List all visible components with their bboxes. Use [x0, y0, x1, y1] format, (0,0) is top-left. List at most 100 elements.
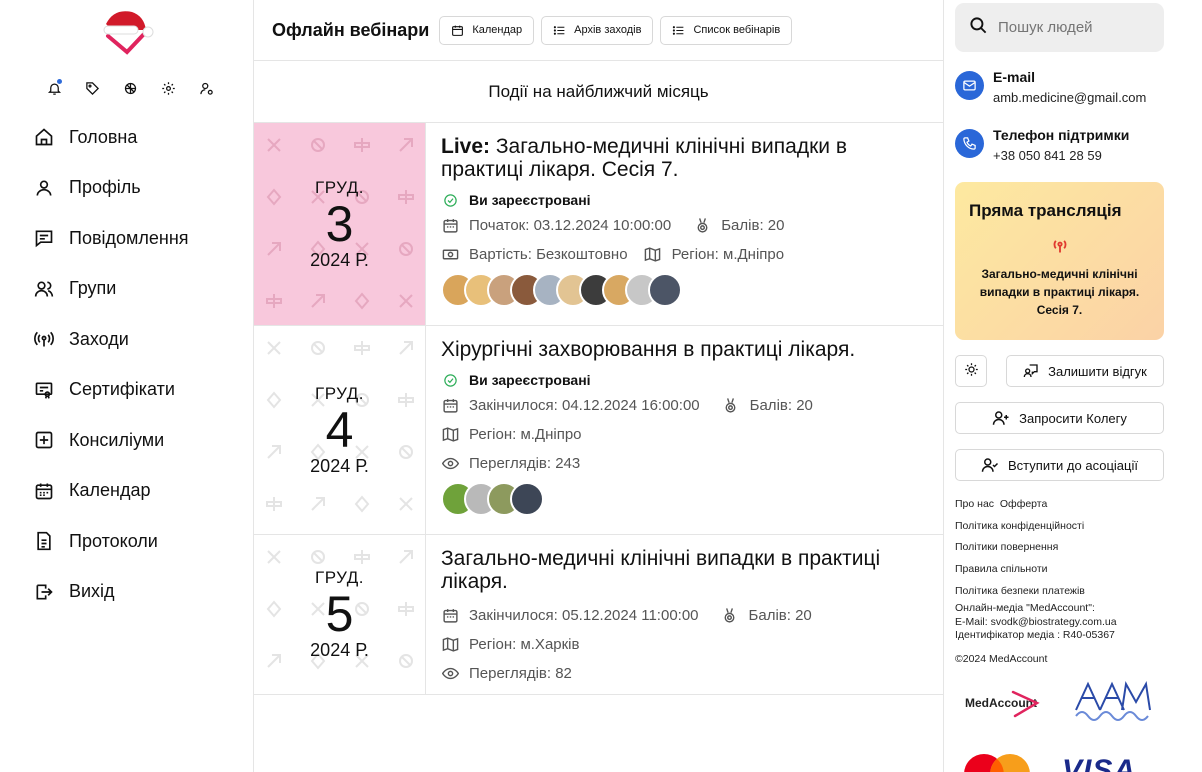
user-plus-icon: [992, 409, 1010, 427]
nav-item-profile[interactable]: Профіль: [33, 163, 189, 214]
legal-line: Ідентифікатор медіа : R40-05367: [955, 629, 1115, 641]
calendar-icon: [441, 607, 459, 625]
event-region: Регіон: м.Харків: [469, 636, 580, 653]
home-icon: [33, 126, 55, 148]
nav-label: Головна: [69, 126, 138, 147]
registered-status: Ви зареєстровані: [441, 189, 928, 211]
nav-label: Календар: [69, 480, 151, 501]
button-label: Календар: [472, 24, 523, 36]
nav-item-messages[interactable]: Повідомлення: [33, 213, 189, 264]
event-body: Хірургічні захворювання в практиці лікар…: [426, 326, 943, 534]
nav-label: Профіль: [69, 177, 141, 198]
email-value[interactable]: amb.medicine@gmail.com: [993, 90, 1146, 105]
event-meta-row: Переглядів: 82: [441, 659, 928, 688]
nav-item-home[interactable]: Головна: [33, 112, 189, 163]
avatar[interactable]: [648, 273, 682, 307]
link-refund[interactable]: Політики повернення: [955, 541, 1058, 553]
logout-icon: [33, 581, 55, 603]
sun-icon: [964, 362, 979, 380]
event-views: Переглядів: 82: [469, 665, 572, 682]
button-label: Вступити до асоціації: [1008, 457, 1138, 473]
live-stream-card[interactable]: Пряма трансляція Загально-медичні клініч…: [955, 182, 1164, 340]
event-region: Регіон: м.Дніпро: [671, 246, 785, 263]
event-points: Балів: 20: [749, 397, 813, 414]
nav-item-groups[interactable]: Групи: [33, 264, 189, 315]
event-date: ГРУД. 5 2024 Р.: [254, 535, 426, 694]
archive-button[interactable]: Архів заходів: [541, 15, 654, 45]
calendar-button[interactable]: Календар: [439, 15, 535, 45]
people-search[interactable]: [955, 3, 1164, 52]
button-label: Архів заходів: [574, 24, 642, 36]
legal-info: Онлайн-медіа "MedAccount": E-Mail: svodk…: [955, 602, 1117, 643]
live-title: Пряма трансляція: [969, 201, 1122, 220]
event-title[interactable]: Загально-медичні клінічні випадки в прак…: [441, 547, 928, 593]
link-offer[interactable]: Офферта: [1000, 498, 1047, 510]
event-card[interactable]: ГРУД. 4 2024 Р. Хірургічні захворювання …: [254, 326, 943, 535]
event-card[interactable]: ГРУД. 3 2024 Р. Live: Загально-медичні к…: [254, 123, 943, 326]
nav-item-consiliums[interactable]: Консиліуми: [33, 415, 189, 466]
list-icon: [553, 24, 566, 37]
map-icon: [644, 246, 662, 264]
document-icon: [33, 530, 55, 552]
feedback-button[interactable]: Залишити відгук: [1006, 355, 1164, 387]
event-meta-row: Вартість: Безкоштовно Регіон: м.Дніпро: [441, 240, 928, 269]
calendar-icon: [451, 24, 464, 37]
join-association-button[interactable]: Вступити до асоціації: [955, 449, 1164, 481]
event-title[interactable]: Live: Загально-медичні клінічні випадки …: [441, 135, 928, 181]
certificate-icon: [33, 379, 55, 401]
santa-hat-logo-icon[interactable]: [100, 4, 154, 58]
gear-icon[interactable]: [158, 78, 178, 98]
nav-label: Вихід: [69, 581, 115, 602]
event-meta-row: Регіон: м.Харків: [441, 630, 928, 659]
live-label: Live:: [441, 135, 491, 158]
nav-item-protocols[interactable]: Протоколи: [33, 516, 189, 567]
event-ended: Закінчилося: 04.12.2024 16:00:00: [469, 397, 700, 414]
eye-icon: [441, 455, 459, 473]
event-meta-row: Переглядів: 243: [441, 449, 928, 478]
link-about[interactable]: Про нас: [955, 498, 994, 510]
calendar-icon: [441, 217, 459, 235]
link-privacy[interactable]: Політика конфіденційності: [955, 520, 1084, 532]
webinar-list-button[interactable]: Список вебінарів: [660, 15, 793, 45]
avatar[interactable]: [510, 482, 544, 516]
event-cost: Вартість: Безкоштовно: [469, 246, 628, 263]
nav-item-calendar[interactable]: Календар: [33, 466, 189, 517]
link-payment-security[interactable]: Політика безпеки платежів: [955, 585, 1085, 597]
bell-icon[interactable]: [44, 78, 64, 98]
search-input[interactable]: [998, 19, 1158, 36]
nav-item-certificates[interactable]: Сертифікати: [33, 365, 189, 416]
phone-value[interactable]: +38 050 841 28 59: [993, 148, 1129, 163]
nav-item-logout[interactable]: Вихід: [33, 567, 189, 618]
play-logo-icon: [1011, 690, 1040, 718]
calendar-icon: [33, 480, 55, 502]
theme-toggle-button[interactable]: [955, 355, 987, 387]
event-card[interactable]: ГРУД. 5 2024 Р. Загально-медичні клінічн…: [254, 535, 943, 695]
invite-colleague-button[interactable]: Запросити Колегу: [955, 402, 1164, 434]
broadcast-icon: [1050, 235, 1070, 255]
tag-icon[interactable]: [82, 78, 102, 98]
top-bar: Офлайн вебінари Календар Архів заходів С…: [254, 0, 943, 61]
event-body: Загально-медичні клінічні випадки в прак…: [426, 535, 943, 694]
page-title: Офлайн вебінари: [272, 19, 430, 40]
openai-icon[interactable]: [120, 78, 140, 98]
event-meta-row: Закінчилося: 05.12.2024 11:00:00 Балів: …: [441, 601, 928, 630]
event-day: 5: [325, 586, 354, 642]
event-views: Переглядів: 243: [469, 455, 581, 472]
event-title[interactable]: Хірургічні захворювання в практиці лікар…: [441, 338, 928, 361]
event-points: Балів: 20: [748, 607, 812, 624]
event-meta-row: Закінчилося: 04.12.2024 16:00:00 Балів: …: [441, 391, 928, 420]
phone-contact: Телефон підтримки +38 050 841 28 59: [955, 127, 1129, 163]
nav-label: Повідомлення: [69, 227, 189, 248]
event-year: 2024 Р.: [310, 249, 369, 270]
button-label: Запросити Колегу: [1019, 410, 1127, 426]
plus-square-icon: [33, 429, 55, 451]
user-settings-icon[interactable]: [196, 78, 216, 98]
link-community-rules[interactable]: Правила спільноти: [955, 563, 1048, 575]
nav-label: Консиліуми: [69, 429, 165, 450]
mail-icon: [955, 71, 984, 100]
main-content: Офлайн вебінари Календар Архів заходів С…: [254, 0, 944, 772]
user-icon: [33, 177, 55, 199]
nav-item-events[interactable]: Заходи: [33, 314, 189, 365]
money-icon: [441, 246, 459, 264]
feedback-icon: [1023, 363, 1039, 379]
